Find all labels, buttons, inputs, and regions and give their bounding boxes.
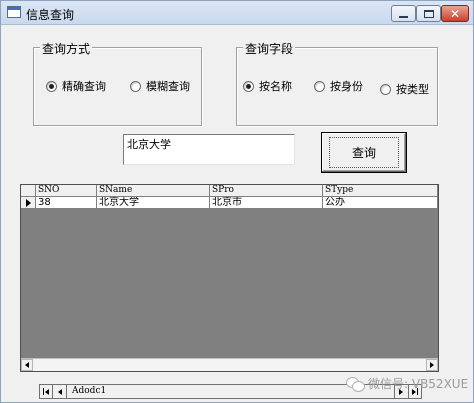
radio-label: 精确查询	[62, 80, 106, 93]
column-header-sno[interactable]: SNO	[36, 185, 97, 197]
radio-by-identity[interactable]: 按身份	[314, 78, 363, 94]
radio-unselected-icon	[314, 80, 325, 92]
wechat-icon	[346, 376, 365, 392]
move-first-button[interactable]	[40, 385, 53, 398]
adodc-caption: Adodc1	[72, 386, 107, 396]
close-icon: ✕	[449, 6, 461, 21]
move-previous-button[interactable]	[54, 385, 67, 398]
title-bar[interactable]: 信息查询 ✕	[1, 1, 473, 25]
radio-by-name[interactable]: 按名称	[243, 78, 292, 94]
radio-exact-query[interactable]: 精确查询	[46, 78, 106, 94]
scroll-left-button[interactable]	[21, 359, 33, 371]
column-header-stype[interactable]: SType	[323, 185, 438, 197]
watermark-text: 微信号: VB52XUE	[368, 377, 469, 391]
radio-selected-icon	[243, 80, 254, 92]
table-cell-stype[interactable]: 公办	[323, 197, 438, 209]
grid-header-row: SNO SName SPro SType	[21, 185, 438, 197]
radio-label: 按名称	[259, 80, 292, 93]
row-selector-cell[interactable]	[21, 197, 36, 209]
query-mode-legend: 查询方式	[40, 40, 93, 57]
data-grid[interactable]: SNO SName SPro SType 38 北京大学 北京市 公办	[20, 184, 439, 372]
scroll-right-button[interactable]	[426, 359, 438, 371]
radio-label: 模糊查询	[146, 80, 190, 93]
table-cell-sno[interactable]: 38	[36, 197, 97, 209]
minimize-button[interactable]	[391, 5, 416, 22]
minimize-icon	[399, 15, 408, 18]
radio-label: 按类型	[396, 83, 429, 96]
main-window: 信息查询 ✕ 查询方式 精确查询 模糊查询 查询字段 按名称 按身份 按类型 北…	[0, 0, 474, 403]
radio-fuzzy-query[interactable]: 模糊查询	[130, 78, 190, 94]
arrow-left-icon	[45, 388, 49, 395]
maximize-button[interactable]	[416, 5, 441, 22]
search-input[interactable]: 北京大学	[123, 134, 295, 165]
query-button-label: 查询	[328, 137, 399, 168]
column-header-spro[interactable]: SPro	[210, 185, 323, 197]
radio-by-type[interactable]: 按类型	[380, 81, 429, 97]
arrow-left-icon	[58, 388, 62, 395]
table-row[interactable]: 38 北京大学 北京市 公办	[21, 197, 438, 209]
query-mode-group: 查询方式 精确查询 模糊查询	[33, 40, 202, 126]
header-selector-cell	[21, 185, 36, 197]
horizontal-scrollbar[interactable]	[21, 358, 438, 371]
query-button[interactable]: 查询	[321, 132, 407, 173]
column-header-sname[interactable]: SName	[97, 185, 210, 197]
close-button[interactable]: ✕	[441, 5, 469, 22]
table-cell-spro[interactable]: 北京市	[210, 197, 323, 209]
radio-unselected-icon	[130, 80, 141, 92]
query-field-legend: 查询字段	[243, 40, 296, 57]
table-cell-sname[interactable]: 北京大学	[97, 197, 210, 209]
current-row-icon	[25, 198, 31, 207]
window-title: 信息查询	[26, 8, 75, 22]
bar-icon	[43, 388, 44, 395]
query-field-group: 查询字段 按名称 按身份 按类型	[236, 40, 438, 126]
radio-selected-icon	[46, 80, 57, 92]
radio-label: 按身份	[330, 80, 363, 93]
maximize-icon	[423, 9, 434, 18]
radio-unselected-icon	[380, 83, 391, 95]
arrow-right-icon	[430, 362, 434, 368]
arrow-left-icon	[25, 362, 29, 368]
watermark: 微信号: VB52XUE	[346, 375, 468, 392]
app-icon	[7, 6, 21, 18]
